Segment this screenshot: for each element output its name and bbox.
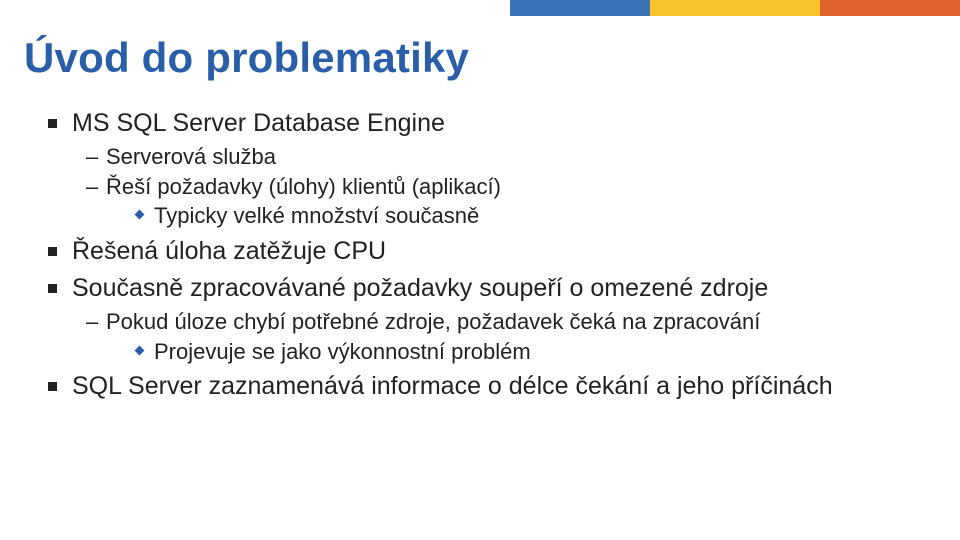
subsubbullet-text: Projevuje se jako výkonnostní problém bbox=[154, 339, 531, 364]
bullet-item: Řešená úloha zatěžuje CPU bbox=[42, 236, 930, 267]
subsubbullet-list: Projevuje se jako výkonnostní problém bbox=[134, 338, 930, 366]
bullet-text: MS SQL Server Database Engine bbox=[72, 109, 445, 137]
subsubbullet-text: Typicky velké množství současně bbox=[154, 203, 479, 228]
stripe-orange-icon bbox=[820, 0, 960, 16]
bullet-item: Současně zpracovávané požadavky soupeří … bbox=[42, 273, 930, 365]
subbullet-text: Řeší požadavky (úlohy) klientů (aplikací… bbox=[106, 174, 501, 199]
subbullet-item: Řeší požadavky (úlohy) klientů (aplikací… bbox=[84, 173, 930, 230]
subbullet-text: Serverová služba bbox=[106, 144, 276, 169]
bullet-text: Současně zpracovávané požadavky soupeří … bbox=[72, 274, 768, 302]
slide: Úvod do problematiky MS SQL Server Datab… bbox=[0, 0, 960, 540]
bullet-item: MS SQL Server Database Engine Serverová … bbox=[42, 108, 930, 230]
subsubbullet-list: Typicky velké množství současně bbox=[134, 202, 930, 230]
slide-content: MS SQL Server Database Engine Serverová … bbox=[42, 108, 930, 409]
slide-title: Úvod do problematiky bbox=[24, 34, 469, 82]
stripe-blue-icon bbox=[510, 0, 650, 16]
top-stripes bbox=[510, 0, 960, 16]
subbullet-item: Serverová služba bbox=[84, 143, 930, 171]
subbullet-list: Serverová služba Řeší požadavky (úlohy) … bbox=[84, 143, 930, 230]
subbullet-item: Pokud úloze chybí potřebné zdroje, požad… bbox=[84, 308, 930, 365]
subbullet-text: Pokud úloze chybí potřebné zdroje, požad… bbox=[106, 309, 760, 334]
subsubbullet-item: Typicky velké množství současně bbox=[134, 202, 930, 230]
bullet-item: SQL Server zaznamenává informace o délce… bbox=[42, 371, 930, 402]
stripe-yellow-icon bbox=[650, 0, 820, 16]
bullet-text: Řešená úloha zatěžuje CPU bbox=[72, 237, 386, 265]
subbullet-list: Pokud úloze chybí potřebné zdroje, požad… bbox=[84, 308, 930, 365]
subsubbullet-item: Projevuje se jako výkonnostní problém bbox=[134, 338, 930, 366]
bullet-text: SQL Server zaznamenává informace o délce… bbox=[72, 372, 833, 400]
bullet-list: MS SQL Server Database Engine Serverová … bbox=[42, 108, 930, 403]
